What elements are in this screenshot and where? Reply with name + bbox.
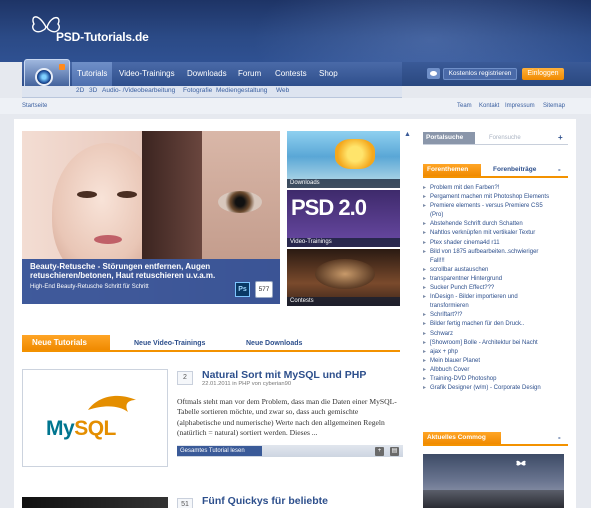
nav-item-contests[interactable]: Contests — [275, 69, 307, 78]
expand-icon[interactable]: + — [558, 133, 563, 142]
forum-expand-icon[interactable]: - — [558, 165, 561, 174]
forum-topic[interactable]: Grafik Designer (w/m) - Corporate Design — [423, 384, 573, 393]
forum-topic[interactable]: ajax + php — [423, 348, 573, 357]
toplink-impressum[interactable]: Impressum — [505, 103, 535, 109]
subnav-item-3d[interactable]: 3D — [89, 87, 97, 94]
comment-count-badge[interactable]: 577 — [255, 281, 273, 298]
article-thumbnail-2[interactable] — [22, 497, 168, 508]
article-title-2[interactable]: Fünf Quickys für beliebte — [202, 495, 328, 507]
tab-forum-search[interactable]: Forensuche — [489, 135, 521, 141]
scroll-top-icon[interactable]: ▲ — [404, 131, 411, 138]
photoshop-icon: Ps — [235, 282, 250, 297]
tab-community[interactable]: Aktuelles Commog — [423, 432, 501, 444]
register-button[interactable]: Kostenlos registrieren — [443, 68, 517, 80]
tab-forum-posts[interactable]: Forenbeiträge — [493, 166, 536, 173]
forum-topic[interactable]: Sucker Punch Effect??? — [423, 284, 573, 293]
nav-item-shop[interactable]: Shop — [319, 69, 338, 78]
subnav-item-audio-video[interactable]: Audio- /Videobearbeitung — [102, 87, 175, 94]
tab-new-video-trainings[interactable]: Neue Video-Trainings — [134, 340, 205, 347]
subnav-item-web[interactable]: Web — [276, 87, 289, 94]
read-more-button[interactable]: Gesamtes Tutorial lesen — [177, 446, 262, 456]
login-button[interactable]: Einloggen — [522, 68, 564, 80]
breadcrumb[interactable]: Startseite — [22, 103, 47, 109]
forum-topic[interactable]: Training-DVD Photoshop — [423, 375, 573, 384]
tab-forum-topics[interactable]: Forenthemen — [423, 164, 481, 176]
forum-topic[interactable]: Abstehende Schrift durch Schatten — [423, 220, 573, 229]
article-number: 2 — [177, 371, 193, 385]
forum-topic-continued[interactable]: transformieren — [423, 302, 573, 311]
site-logo-text[interactable]: PSD-Tutorials.de — [56, 30, 149, 44]
tab-new-downloads[interactable]: Neue Downloads — [246, 340, 302, 347]
forum-topic-continued[interactable]: (Pro) — [423, 211, 573, 220]
forum-topic[interactable]: Albbuch Cover — [423, 366, 573, 375]
forum-topic[interactable]: Pergament machen mit Photoshop Elements — [423, 193, 573, 202]
tile-video-trainings[interactable]: PSD 2.0 Video-Trainings — [287, 190, 400, 247]
mysql-logo-sql: SQL — [74, 417, 116, 440]
forum-topic-continued[interactable]: Fall!!! — [423, 257, 573, 266]
community-image-ground — [423, 490, 564, 508]
tab-new-tutorials[interactable]: Neue Tutorials — [22, 335, 110, 350]
community-butterfly-icon — [516, 460, 526, 466]
tile-contests[interactable]: Contests — [287, 249, 400, 306]
forum-topic[interactable]: Nahtlos verknüpfen mit vertikaler Textur — [423, 229, 573, 238]
hero-title[interactable]: Beauty-Retusche - Störungen entfernen, A… — [30, 262, 230, 280]
forum-topic[interactable]: Problem mit den Farben?! — [423, 184, 573, 193]
forum-topic[interactable]: transparentner Hintergrund — [423, 275, 573, 284]
eye-icon[interactable] — [427, 68, 440, 79]
forum-topic[interactable]: [Showroom] Bolle - Architektur bei Nacht — [423, 339, 573, 348]
tile-video-trainings-title: PSD 2.0 — [291, 195, 367, 220]
portal-search-divider — [423, 144, 568, 145]
subnav-item-fotografie[interactable]: Fotografie — [183, 87, 212, 94]
community-expand-icon[interactable]: - — [558, 433, 561, 442]
model-eye-left — [77, 191, 97, 198]
add-icon[interactable]: + — [375, 447, 384, 456]
forum-topic[interactable]: Bilder fertig machen für den Druck.. — [423, 320, 573, 329]
pdf-icon[interactable]: ▤ — [390, 447, 399, 456]
forum-topic[interactable]: Ptex shader cinema4d r11 — [423, 239, 573, 248]
tile-video-trainings-label: Video-Trainings — [287, 238, 400, 247]
forum-topic[interactable]: Schriftart?!? — [423, 311, 573, 320]
subnav-item-2d[interactable]: 2D — [76, 87, 84, 94]
nav-item-downloads[interactable]: Downloads — [187, 69, 227, 78]
forum-topic[interactable]: Schwarz — [423, 330, 573, 339]
subnav-item-mediengestaltung[interactable]: Mediengestaltung — [216, 87, 267, 94]
header-glow — [251, 0, 591, 62]
eye-iris — [218, 191, 262, 213]
model-hair — [142, 131, 202, 259]
article-number-2: 51 — [177, 498, 193, 508]
nav-item-forum[interactable]: Forum — [238, 69, 261, 78]
mysql-logo: MySQL — [46, 417, 116, 441]
tile-contests-label: Contests — [287, 297, 400, 306]
nav-item-tutorials[interactable]: Tutorials — [72, 62, 113, 86]
tile-downloads-label: Downloads — [287, 179, 400, 188]
community-image[interactable] — [423, 454, 564, 508]
toplink-sitemap[interactable]: Sitemap — [543, 103, 565, 109]
tile-downloads[interactable]: Downloads — [287, 131, 400, 188]
camera-lens-icon — [35, 68, 53, 86]
community-divider — [423, 444, 568, 446]
forum-topic[interactable]: InDesign - Bilder importieren und — [423, 293, 573, 302]
model-eye-right — [117, 191, 137, 198]
mysql-logo-my: My — [46, 417, 75, 440]
toplink-kontakt[interactable]: Kontakt — [479, 103, 499, 109]
breadcrumb-bar — [0, 98, 591, 114]
camera-flash-icon — [59, 64, 65, 70]
article-title[interactable]: Natural Sort mit MySQL und PHP — [202, 369, 366, 381]
tab-portal-search[interactable]: Portalsuche — [423, 132, 475, 144]
model-lips — [94, 235, 122, 244]
forum-topic[interactable]: scrollbar austauschen — [423, 266, 573, 275]
forum-topic[interactable]: Bild von 1875 aufbearbeiten..schwieriger — [423, 248, 573, 257]
nav-item-video-trainings[interactable]: Video-Trainings — [119, 69, 175, 78]
mysql-dolphin-icon — [88, 395, 136, 412]
tile-downloads-image — [335, 139, 375, 169]
tile-contests-image — [315, 259, 375, 289]
article-meta: 22.01.2011 in PHP von cyberian90 — [202, 381, 292, 387]
forum-topic-list: Problem mit den Farben?! Pergament mache… — [423, 184, 573, 393]
toplink-team[interactable]: Team — [457, 103, 472, 109]
forum-divider — [423, 176, 568, 178]
article-excerpt: Oftmals steht man vor dem Problem, dass … — [177, 397, 397, 437]
forum-topic[interactable]: Premiere elements - versus Premiere CS5 — [423, 202, 573, 211]
forum-topic[interactable]: Mein blauer Planet — [423, 357, 573, 366]
